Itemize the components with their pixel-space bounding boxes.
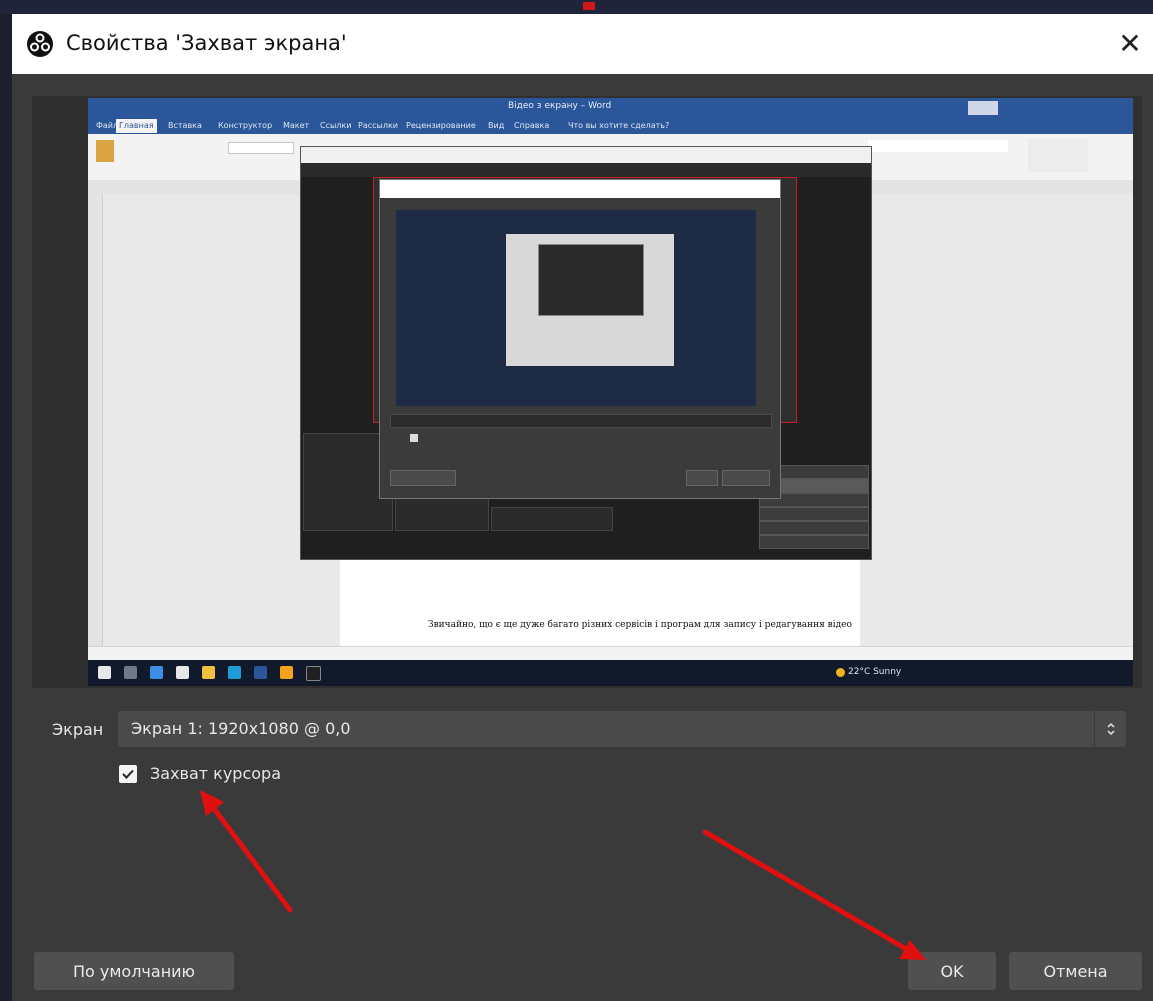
- obs-logo-icon: [27, 31, 53, 57]
- store-icon: [176, 666, 189, 679]
- edge-icon: [150, 666, 163, 679]
- document-text: Звичайно, що є ще дуже багато різних сер…: [428, 620, 852, 630]
- checkmark-icon: [122, 769, 134, 779]
- capture-cursor-checkbox[interactable]: [119, 765, 137, 783]
- word-menu-item: Рассылки: [358, 121, 398, 130]
- nested-obs-titlebar: [301, 147, 871, 163]
- word-status-bar: [88, 646, 1133, 661]
- word-menu-item: Вставка: [168, 121, 202, 130]
- capture-cursor-label: Захват курсора: [150, 764, 282, 783]
- word-menu-item: Справка: [514, 121, 550, 130]
- nested-control-button: [759, 535, 869, 549]
- nested-ok-button: [686, 470, 718, 486]
- word-menu-item: Файл: [96, 121, 119, 130]
- updown-arrows-icon[interactable]: [1094, 711, 1127, 747]
- nested-mixer-panel: [491, 507, 613, 531]
- nested-control-button: [759, 521, 869, 535]
- backdrop-top: [0, 0, 1153, 14]
- screen-select[interactable]: Экран 1: 1920x1080 @ 0,0: [118, 711, 1126, 747]
- nested-dialog-titlebar: [380, 180, 780, 198]
- nested-obs-window: [300, 146, 872, 560]
- word-menu-item: Макет: [283, 121, 310, 130]
- nested-defaults-button: [390, 470, 456, 486]
- weather-text: 22°C Sunny: [848, 667, 902, 677]
- backdrop-red-mark: [583, 2, 595, 10]
- word-share-button: [968, 101, 998, 115]
- screen-select-value: Экран 1: 1920x1080 @ 0,0: [131, 719, 351, 738]
- explorer-icon: [202, 666, 215, 679]
- screen-select-row: Экран Экран 1: 1920x1080 @ 0,0: [32, 711, 1142, 749]
- obs-taskbar-icon: [306, 666, 321, 681]
- word-menu-item: Рецензирование: [406, 121, 476, 130]
- backdrop-left: [0, 14, 12, 1001]
- word-menu-item: Главная: [116, 119, 157, 133]
- nested-preview: [396, 210, 756, 406]
- captured-screen-image: Відео з екрану – Word Файл Главная Встав…: [88, 98, 1133, 686]
- word-menu-item: Что вы хотите сделать?: [568, 121, 670, 130]
- nested-obs-menu: [301, 163, 871, 177]
- weather-icon: [836, 668, 845, 677]
- word-icon: [254, 666, 267, 679]
- word-menu-bar: Файл Главная Вставка Конструктор Макет С…: [88, 118, 1133, 134]
- word-menu-item: Ссылки: [320, 121, 352, 130]
- nested-properties-dialog: [379, 179, 781, 499]
- word-vertical-ruler: [88, 194, 103, 646]
- start-icon: [98, 666, 111, 679]
- word-menu-item: Конструктор: [218, 121, 273, 130]
- word-menu-item: Вид: [488, 121, 505, 130]
- close-icon[interactable]: ✕: [1115, 27, 1145, 60]
- word-titlebar: Відео з екрану – Word: [88, 98, 1133, 118]
- nested-cancel-button: [722, 470, 770, 486]
- dialog-titlebar: Свойства 'Захват экрана' ✕: [12, 14, 1153, 74]
- nested-screen-combo: [390, 414, 772, 428]
- dialog-title: Свойства 'Захват экрана': [66, 31, 347, 55]
- word-title: Відео з екрану – Word: [508, 101, 612, 111]
- windows-taskbar: 22°C Sunny: [88, 660, 1133, 686]
- browser-icon: [228, 666, 241, 679]
- screen-label: Экран: [52, 720, 104, 739]
- task-view-icon: [124, 666, 137, 679]
- defaults-button[interactable]: По умолчанию: [34, 952, 234, 990]
- ok-button[interactable]: OK: [908, 952, 996, 990]
- properties-dialog: Свойства 'Захват экрана' ✕ Відео з екран…: [12, 14, 1153, 1001]
- nested-preview-page: [506, 234, 674, 366]
- nested-control-button: [759, 507, 869, 521]
- chrome-icon: [280, 666, 293, 679]
- cancel-button[interactable]: Отмена: [1009, 952, 1142, 990]
- nested-checkbox: [410, 434, 418, 442]
- capture-preview: Відео з екрану – Word Файл Главная Встав…: [32, 96, 1142, 688]
